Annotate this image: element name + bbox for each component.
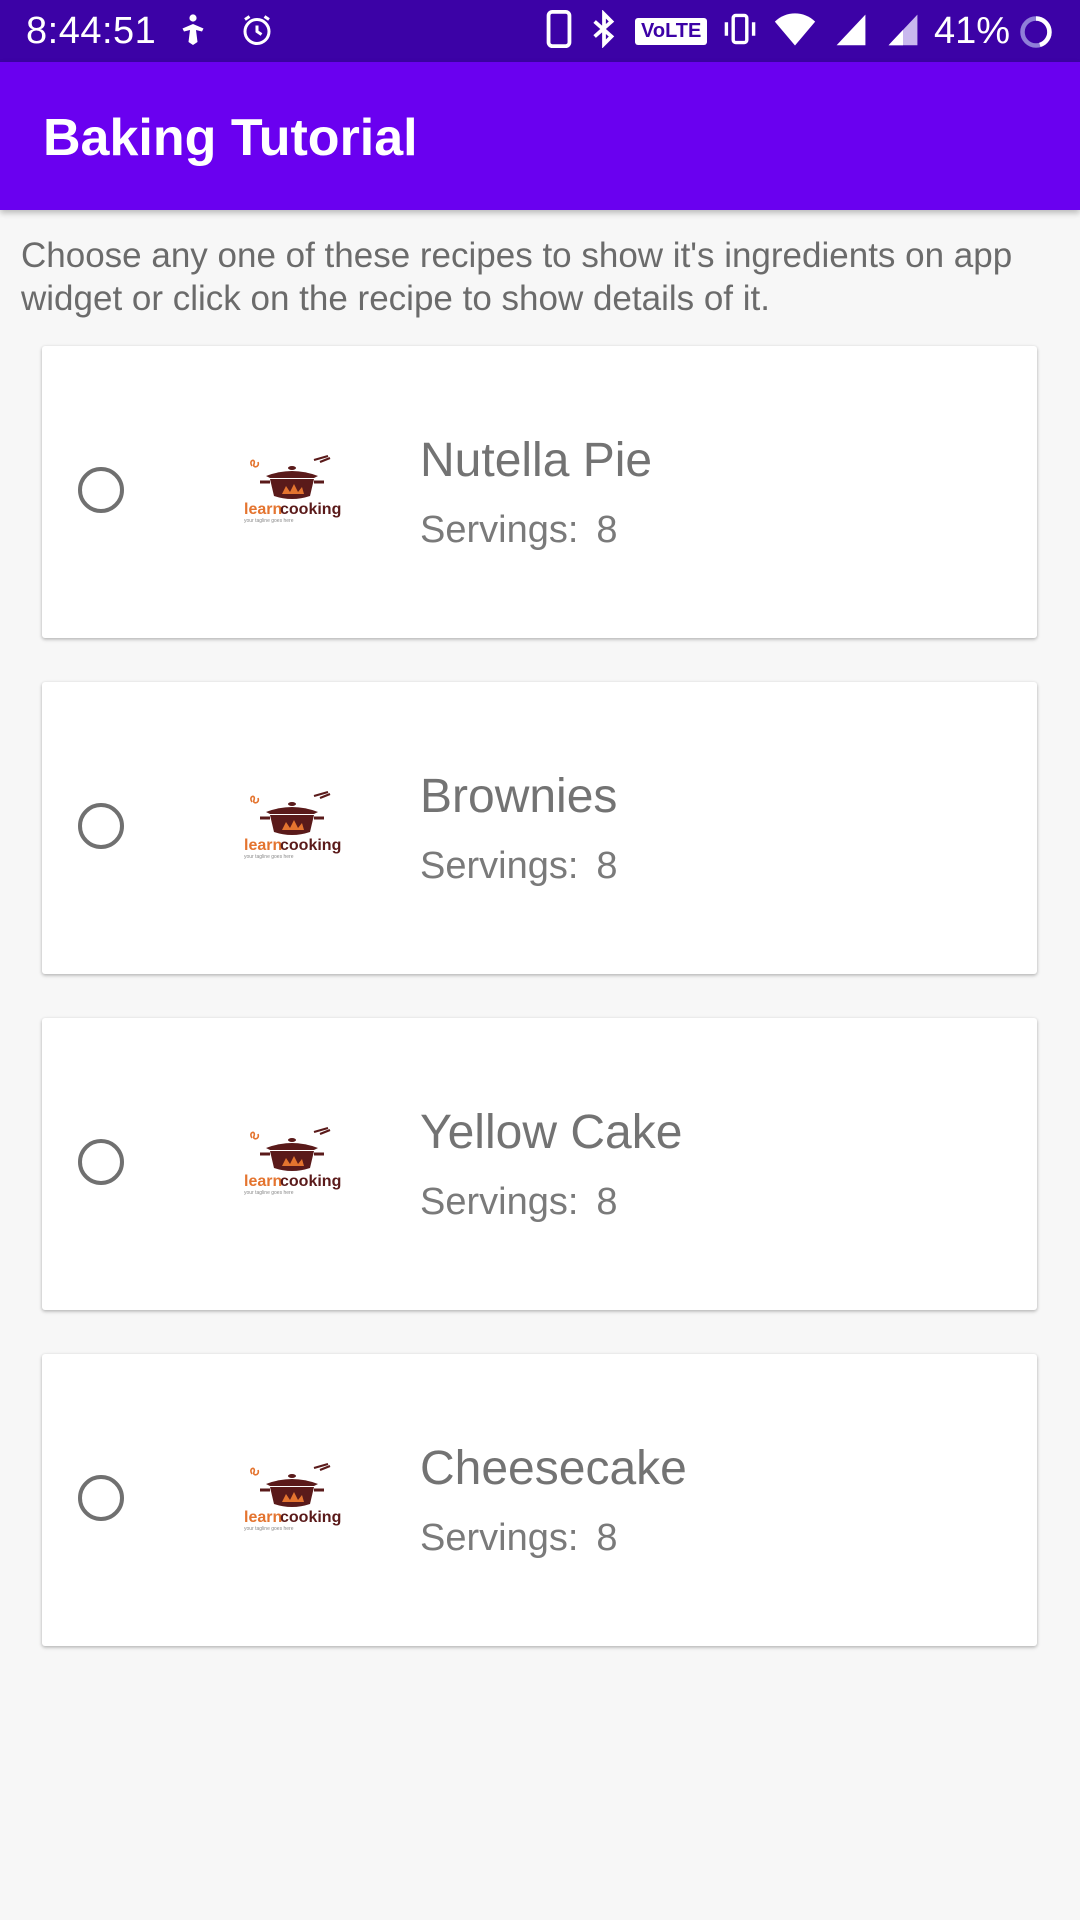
bluetooth-icon (589, 9, 619, 53)
servings-row: Servings: 8 (420, 845, 618, 888)
logo-text-learn: learn (244, 501, 282, 518)
logo-text-cooking: cooking (280, 1173, 341, 1190)
logo-tagline: your tagline goes here (244, 1190, 294, 1196)
volte-label: VoLTE (641, 20, 702, 42)
servings-value: 8 (596, 1181, 618, 1223)
servings-row: Servings: 8 (420, 509, 618, 552)
instruction-text: Choose any one of these recipes to show … (21, 236, 1013, 318)
phone-icon (545, 10, 573, 53)
signal-icon (833, 10, 869, 53)
recipe-card-cheesecake[interactable]: learn cooking your tagline goes here Che… (42, 1354, 1037, 1646)
recipe-card-brownies[interactable]: learn cooking your tagline goes here Bro… (42, 682, 1037, 974)
logo-tagline: your tagline goes here (244, 854, 294, 860)
servings-value: 8 (596, 509, 618, 551)
logo-text-cooking: cooking (280, 837, 341, 854)
app-bar: Baking Tutorial (0, 62, 1080, 210)
status-right-icons: VoLTE (545, 9, 921, 53)
servings-label: Servings: (420, 1181, 579, 1223)
recipe-card-yellow-cake[interactable]: learn cooking your tagline goes here Yel… (42, 1018, 1037, 1310)
logo-tagline: your tagline goes here (244, 518, 294, 524)
recipe-radio-button[interactable] (78, 1139, 124, 1185)
learncooking-logo-icon: learn cooking your tagline goes here (244, 790, 341, 860)
recipe-radio-button[interactable] (78, 803, 124, 849)
vibrate-icon (723, 10, 757, 53)
logo-text-learn: learn (244, 1173, 282, 1190)
recipe-radio-button[interactable] (78, 1475, 124, 1521)
battery-percent: 41% (934, 10, 1011, 52)
recipe-name: Cheesecake (420, 1442, 687, 1495)
recipe-card-nutella-pie[interactable]: learn cooking your tagline goes here Nut… (42, 346, 1037, 638)
learncooking-logo-icon: learn cooking your tagline goes here (244, 1126, 341, 1196)
learncooking-logo-icon: learn cooking your tagline goes here (244, 454, 341, 524)
servings-value: 8 (596, 1517, 618, 1559)
servings-value: 8 (596, 845, 618, 887)
logo-tagline: your tagline goes here (244, 1526, 294, 1532)
status-time: 8:44:51 (26, 10, 157, 52)
logo-text-cooking: cooking (280, 1509, 341, 1526)
servings-row: Servings: 8 (420, 1181, 618, 1224)
recipe-name: Brownies (420, 770, 618, 823)
status-left-icons (175, 12, 275, 53)
servings-row: Servings: 8 (420, 1517, 618, 1560)
alarm-icon (239, 12, 275, 53)
servings-label: Servings: (420, 509, 579, 551)
recipe-name: Yellow Cake (420, 1106, 683, 1159)
servings-label: Servings: (420, 1517, 579, 1559)
recipe-radio-button[interactable] (78, 467, 124, 513)
logo-text-learn: learn (244, 1509, 282, 1526)
recipe-name: Nutella Pie (420, 434, 653, 487)
app-title: Baking Tutorial (43, 109, 418, 167)
learncooking-logo-icon: learn cooking your tagline goes here (244, 1462, 341, 1532)
wifi-icon (773, 10, 817, 53)
status-bar: 8:44:51 VoLTE 41% (0, 0, 1080, 62)
volte-icon: VoLTE (635, 18, 708, 45)
servings-label: Servings: (420, 845, 579, 887)
logo-text-cooking: cooking (280, 501, 341, 518)
battery-icon (1018, 14, 1054, 55)
logo-text-learn: learn (244, 837, 282, 854)
accessibility-icon (175, 12, 211, 53)
signal-icon-2 (885, 10, 921, 53)
